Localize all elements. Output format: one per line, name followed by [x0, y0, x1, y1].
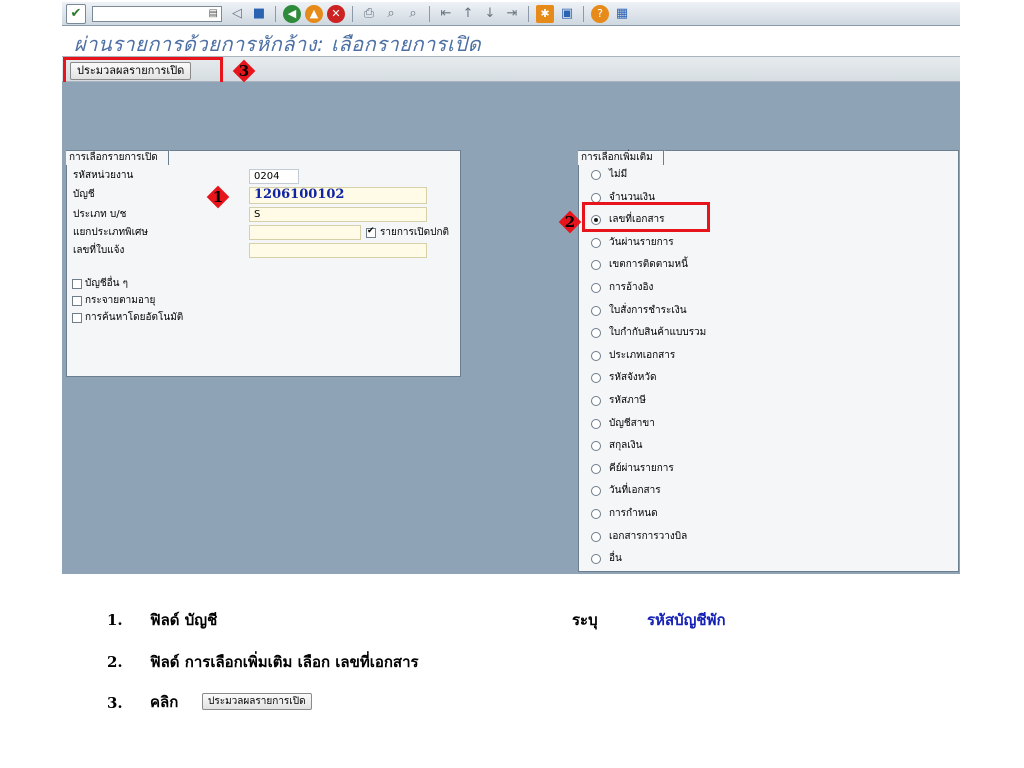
radio-option[interactable] [591, 260, 601, 271]
step-number: 1. [107, 611, 123, 629]
radio-option[interactable] [591, 509, 601, 519]
command-history-icon[interactable]: ▤ [209, 8, 218, 19]
prev-page-icon[interactable]: ↑ [459, 5, 477, 23]
field-label: เลขที่ใบแจ้ง [73, 245, 125, 256]
find-next-icon[interactable]: ⌕ [404, 5, 422, 23]
notification-number-field[interactable] [249, 243, 427, 258]
radio-option-label: คีย์ผ่านรายการ [609, 462, 674, 474]
radio-option-label: สกุลเงิน [609, 440, 643, 452]
radio-option[interactable] [591, 373, 601, 384]
radio-option-label: ใบกำกับสินค้าแบบรวม [609, 327, 707, 339]
radio-option-label: ประเภทเอกสาร [609, 349, 676, 361]
exit-icon[interactable]: ▲ [305, 4, 323, 23]
automatic-search-checkbox[interactable] [72, 313, 82, 323]
toolbar-divider [429, 5, 430, 22]
shortcut-icon[interactable]: ▣ [558, 5, 576, 23]
toolbar-divider [528, 5, 529, 22]
radio-option[interactable] [591, 328, 601, 339]
check-icon[interactable]: ✔ [66, 3, 86, 24]
print-icon[interactable]: ⎙ [360, 5, 378, 23]
radio-option[interactable] [591, 170, 601, 180]
field-label: รหัสหน่วยงาน [73, 170, 134, 181]
radio-option-label: บัญชีสาขา [609, 417, 655, 429]
radio-option-label: อื่น [609, 553, 622, 565]
open-item-selection-panel: การเลือกรายการเปิด รหัสหน่วยงาน 0204 บัญ… [66, 150, 461, 377]
standard-toolbar: ✔ ▤ ◁ ■ ◀ ▲ ✕ ⎙ ⌕ ⌕ ⇤ ↑ ↓ ⇥ ✱ ▣ ? ▦ [62, 2, 960, 26]
command-field[interactable]: ▤ [92, 5, 222, 22]
radio-option[interactable] [591, 283, 601, 293]
field-label: บัญชี [73, 189, 95, 200]
radio-option[interactable] [591, 418, 601, 429]
callout-2: 2 [558, 210, 582, 234]
company-code-field[interactable]: 0204 [249, 169, 299, 184]
checkbox-label: การค้นหาโดยอัตโนมัติ [85, 312, 184, 323]
step-action: ระบุ [572, 611, 598, 629]
account-type-field[interactable]: S [249, 207, 427, 222]
callout-3: 3 [232, 59, 256, 83]
field-label: แยกประเภทพิเศษ [73, 227, 148, 238]
radio-option-label: วันที่เอกสาร [609, 485, 661, 497]
checkbox-label: บัญชีอื่น ๆ [85, 278, 129, 289]
normal-open-items-label: รายการเปิดปกติ [380, 227, 450, 238]
radio-option-label: รหัสภาษี [609, 395, 646, 406]
radio-option[interactable] [591, 396, 601, 406]
highlight-box-document-number [582, 202, 710, 232]
step-text: คลิก [150, 693, 179, 711]
cancel-icon[interactable]: ✕ [327, 4, 345, 23]
radio-option[interactable] [591, 531, 601, 542]
step-number: 3. [107, 694, 123, 712]
toolbar-divider [275, 5, 276, 22]
account-field[interactable]: 1206100102 [249, 187, 427, 204]
collapse-icon[interactable]: ◁ [228, 5, 246, 23]
toolbar-divider [583, 5, 584, 22]
new-session-icon[interactable]: ✱ [536, 4, 554, 23]
step-text: ฟิลด์ บัญชี [150, 611, 218, 629]
first-page-icon[interactable]: ⇤ [437, 5, 455, 23]
process-open-items-button-reference: ประมวลผลรายการเปิด [202, 693, 312, 710]
highlight-box-process-button [63, 57, 223, 85]
panel-title: การเลือกเพิ่มเติม [578, 150, 672, 165]
save-icon[interactable]: ■ [250, 5, 268, 23]
radio-option[interactable] [591, 463, 601, 474]
toolbar-divider [352, 5, 353, 22]
step-text: ฟิลด์ การเลือกเพิ่มเติม เลือก เลขที่เอกส… [150, 653, 419, 671]
radio-option-label: เอกสารการวางบิล [609, 530, 688, 542]
last-page-icon[interactable]: ⇥ [503, 5, 521, 23]
radio-option[interactable] [591, 441, 601, 452]
next-page-icon[interactable]: ↓ [481, 5, 499, 23]
radio-option-label: ใบสั่งการชำระเงิน [609, 304, 687, 316]
layout-icon[interactable]: ▦ [613, 5, 631, 23]
radio-option[interactable] [591, 237, 601, 248]
special-gl-field[interactable] [249, 225, 361, 240]
radio-option[interactable] [591, 350, 601, 361]
checkbox-label: กระจายตามอายุ [85, 295, 156, 306]
help-icon[interactable]: ? [591, 4, 609, 23]
normal-open-items-checkbox[interactable] [366, 226, 376, 238]
distribute-by-age-checkbox[interactable] [72, 296, 82, 306]
step-value: รหัสบัญชีพัก [647, 611, 726, 629]
radio-option-label: ไม่มี [609, 169, 628, 180]
radio-option[interactable] [591, 486, 601, 497]
radio-option-label: วันผ่านรายการ [609, 236, 674, 248]
find-icon[interactable]: ⌕ [382, 5, 400, 23]
back-icon[interactable]: ◀ [283, 4, 301, 23]
radio-option[interactable] [591, 554, 601, 565]
radio-option-label: เขตการติดตามหนี้ [609, 259, 688, 271]
field-label: ประเภท บ/ช [73, 209, 127, 220]
radio-option-label: การอ้างอิง [609, 282, 654, 293]
callout-1: 1 [206, 185, 230, 209]
radio-option-label: การกำหนด [609, 508, 658, 519]
panel-title: การเลือกรายการเปิด [66, 150, 177, 165]
radio-option[interactable] [591, 305, 601, 316]
other-accounts-checkbox[interactable] [72, 279, 82, 289]
radio-option-label: รหัสจังหวัด [609, 372, 657, 384]
step-number: 2. [107, 653, 123, 671]
